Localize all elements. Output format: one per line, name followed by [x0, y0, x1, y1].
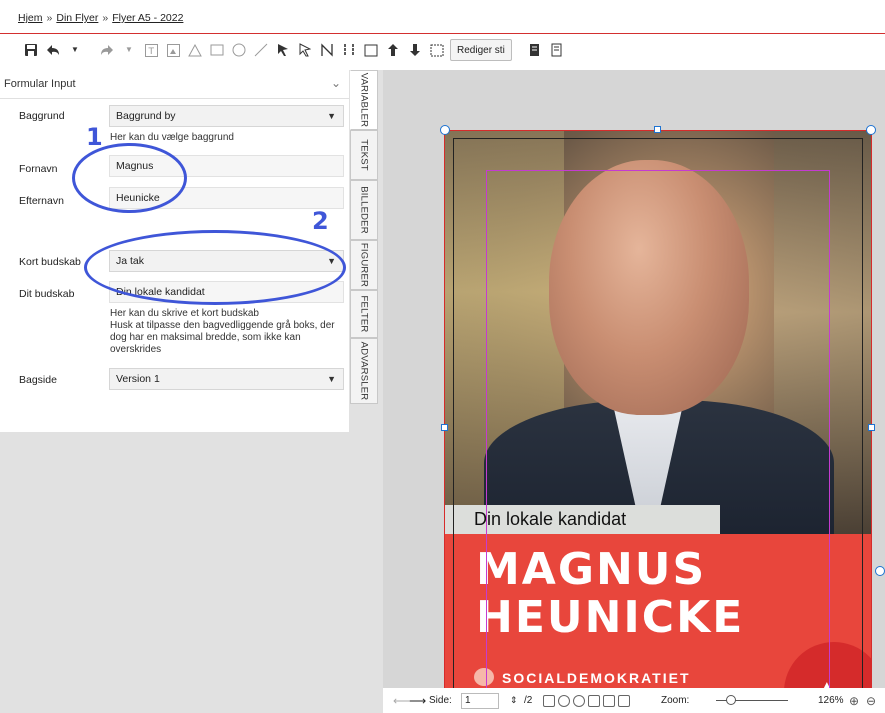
chevron-down-icon[interactable]: ⌄ [331, 76, 341, 90]
page-stepper-icon[interactable]: ⇕ [510, 688, 518, 713]
tab-label: VARIABLER [358, 72, 370, 128]
triangle-icon[interactable] [186, 40, 204, 60]
efternavn-label: Efternavn [19, 195, 64, 207]
ellipse-icon[interactable] [230, 40, 248, 60]
page-alt-icon[interactable] [548, 40, 566, 60]
breadcrumb: Hjem» Din Flyer» Flyer A5 - 2022 [18, 12, 183, 24]
image-frame-icon[interactable] [164, 40, 182, 60]
edge-handle-right[interactable] [868, 424, 875, 431]
rotate-right-icon[interactable] [573, 694, 585, 707]
tab-label: TEKST [358, 139, 370, 171]
pen-path-alt-icon[interactable] [340, 40, 358, 60]
rotate-left-icon[interactable] [558, 694, 570, 707]
panel-title: Formular Input [4, 78, 76, 90]
fornavn-label: Fornavn [19, 163, 58, 175]
rotate-handle[interactable] [875, 566, 885, 576]
baggrund-label: Baggrund [19, 110, 65, 122]
zoom-slider-knob[interactable] [726, 695, 736, 705]
view-controls [543, 688, 633, 713]
bagside-value: Version 1 [116, 373, 160, 385]
redo-icon[interactable] [98, 40, 116, 60]
tab-label: ADVARSLER [358, 341, 370, 401]
undo-icon[interactable] [44, 40, 62, 60]
annotation-number-2: 2 [312, 207, 329, 235]
text-frame-icon[interactable]: T [142, 40, 160, 60]
prev-page-arrow-icon[interactable]: ⟵ [393, 688, 410, 713]
breadcrumb-din-flyer[interactable]: Din Flyer [56, 12, 98, 24]
corner-handle-top-left[interactable] [440, 125, 450, 135]
page-icon[interactable] [526, 40, 544, 60]
tab-label: FELTER [358, 295, 370, 333]
redo-dropdown-icon[interactable]: ▼ [120, 40, 138, 60]
page-field: 1 [461, 688, 499, 713]
annotation-circle-1 [72, 143, 187, 213]
baggrund-value: Baggrund by [116, 110, 176, 122]
left-panel-area: Formular Input ⌄ Baggrund Baggrund by ▼ … [0, 70, 383, 713]
margin-guide [486, 170, 830, 691]
fit-height-icon[interactable] [603, 694, 615, 707]
save-icon[interactable] [22, 40, 40, 60]
page-input[interactable]: 1 [461, 692, 499, 709]
tab-billeder[interactable]: BILLEDER [350, 180, 378, 240]
panel-header[interactable]: Formular Input ⌄ [0, 70, 349, 99]
annotation-number-1: 1 [86, 123, 103, 151]
header-divider [0, 33, 885, 34]
next-page-arrow-icon[interactable]: ⟶ [409, 688, 426, 713]
page-total: /2 [524, 695, 533, 706]
rectangle-icon[interactable] [208, 40, 226, 60]
fit-page-icon[interactable] [618, 694, 630, 707]
select-arrow-icon[interactable] [274, 40, 292, 60]
bring-forward-icon[interactable] [384, 40, 402, 60]
edge-handle-left[interactable] [441, 424, 448, 431]
tab-tekst[interactable]: TEKST [350, 130, 378, 180]
undo-dropdown-icon[interactable]: ▼ [66, 40, 84, 60]
pen-path-icon[interactable] [318, 40, 336, 60]
line-icon[interactable] [252, 40, 270, 60]
zoom-out-icon[interactable]: ⊖ [866, 688, 876, 713]
tab-label: BILLEDER [358, 186, 370, 234]
dit-budskab-help-2: Husk at tilpasse den bagvedliggende grå … [110, 320, 335, 355]
bottom-bar: ⟵ ⟶ Side: 1 ⇕ /2 Zoom: 126% ⊕ ⊖ [383, 688, 885, 713]
edit-path-button[interactable]: Rediger sti [450, 39, 512, 61]
zoom-in-icon[interactable]: ⊕ [849, 688, 859, 713]
bagside-label: Bagside [19, 374, 57, 386]
frame-alt-icon[interactable] [428, 40, 446, 60]
toolbar: ▼ ▼ T Rediger sti [22, 37, 566, 63]
frame-icon[interactable] [362, 40, 380, 60]
breadcrumb-separator: » [46, 12, 53, 24]
annotation-circle-2 [84, 230, 346, 305]
tab-figurer[interactable]: FIGURER [350, 240, 378, 290]
zoom-value: 126% [818, 695, 844, 706]
side-label: Side: [429, 695, 452, 706]
dit-budskab-help-1: Her kan du skrive et kort budskab [110, 308, 259, 319]
fit-width-icon[interactable] [588, 694, 600, 707]
tab-label: FIGURER [358, 242, 370, 288]
tab-variabler[interactable]: VARIABLER [350, 70, 378, 130]
zoom-label: Zoom: [661, 695, 690, 706]
bagside-select[interactable]: Version 1 ▼ [109, 368, 344, 390]
baggrund-help: Her kan du vælge baggrund [110, 132, 234, 143]
svg-text:T: T [147, 47, 154, 57]
dropdown-arrow-icon: ▼ [327, 374, 336, 384]
breadcrumb-home[interactable]: Hjem [18, 12, 43, 24]
kort-budskab-label: Kort budskab [19, 256, 81, 268]
edge-handle-top[interactable] [654, 126, 661, 133]
tab-advarsler[interactable]: ADVARSLER [350, 338, 378, 404]
edit-page-icon[interactable] [543, 694, 555, 707]
dropdown-arrow-icon: ▼ [327, 111, 336, 121]
baggrund-select[interactable]: Baggrund by ▼ [109, 105, 344, 127]
breadcrumb-separator: » [102, 12, 109, 24]
corner-handle-top-right[interactable] [866, 125, 876, 135]
direct-select-arrow-icon[interactable] [296, 40, 314, 60]
breadcrumb-flyer-a5[interactable]: Flyer A5 - 2022 [112, 12, 183, 24]
top-bar: Hjem» Din Flyer» Flyer A5 - 2022 ▼ ▼ T R… [0, 0, 885, 70]
dit-budskab-label: Dit budskab [19, 288, 75, 300]
send-backward-icon[interactable] [406, 40, 424, 60]
tab-felter[interactable]: FELTER [350, 290, 378, 338]
